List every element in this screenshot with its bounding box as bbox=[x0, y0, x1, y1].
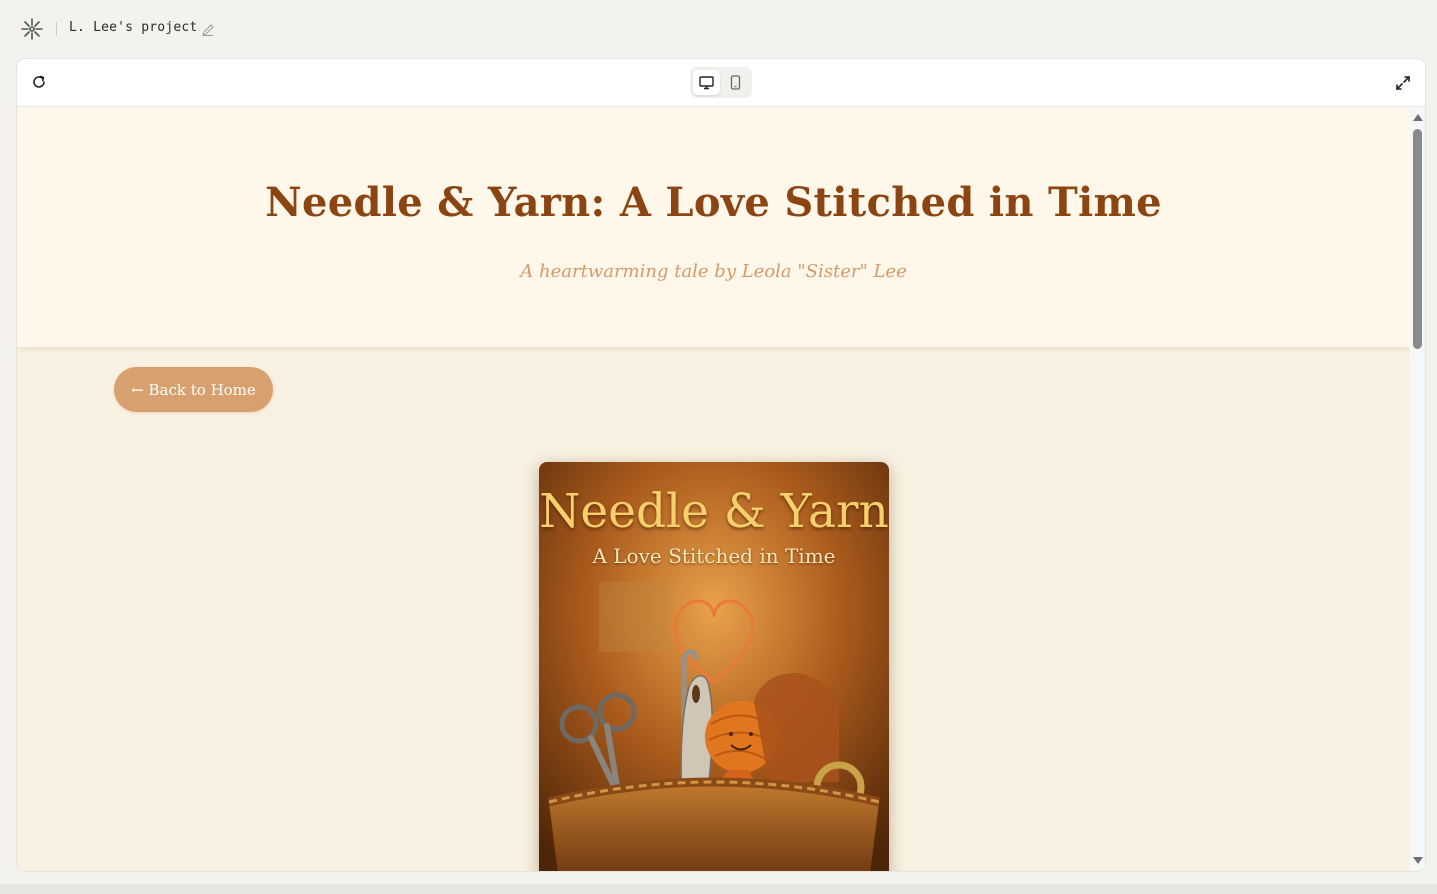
preview-toolbar bbox=[17, 59, 1425, 107]
pencil-icon[interactable] bbox=[201, 22, 215, 36]
cover-title: Needle & Yarn bbox=[539, 484, 889, 539]
logo-icon[interactable] bbox=[20, 17, 44, 41]
expand-icon[interactable] bbox=[1395, 75, 1411, 91]
scrollbar[interactable] bbox=[1410, 107, 1425, 871]
scroll-up-arrow[interactable] bbox=[1413, 114, 1423, 121]
desktop-icon bbox=[699, 76, 714, 90]
desktop-view-button[interactable] bbox=[693, 70, 720, 95]
project-name[interactable]: L. Lee's project bbox=[69, 20, 197, 35]
site-preview: Needle & Yarn: A Love Stitched in Time A… bbox=[17, 107, 1410, 871]
device-toggle bbox=[690, 67, 752, 98]
page-subtitle: A heartwarming tale by Leola "Sister" Le… bbox=[520, 261, 907, 282]
scroll-down-arrow[interactable] bbox=[1413, 857, 1423, 864]
mobile-view-button[interactable] bbox=[722, 70, 749, 95]
preview-panel: Needle & Yarn: A Love Stitched in Time A… bbox=[17, 59, 1425, 871]
cover-subtitle: A Love Stitched in Time bbox=[592, 544, 836, 568]
project-bar: L. Lee's project bbox=[0, 0, 1437, 58]
window-bottom-edge bbox=[0, 884, 1437, 894]
refresh-icon[interactable] bbox=[31, 74, 47, 90]
page-title: Needle & Yarn: A Love Stitched in Time bbox=[265, 179, 1162, 226]
scroll-thumb[interactable] bbox=[1413, 129, 1422, 349]
mobile-icon bbox=[730, 75, 741, 90]
back-to-home-button[interactable]: ← Back to Home bbox=[114, 367, 273, 412]
hero-header: Needle & Yarn: A Love Stitched in Time A… bbox=[17, 107, 1410, 347]
book-cover: Needle & Yarn A Love Stitched in Time bbox=[539, 462, 889, 871]
divider bbox=[56, 22, 57, 36]
